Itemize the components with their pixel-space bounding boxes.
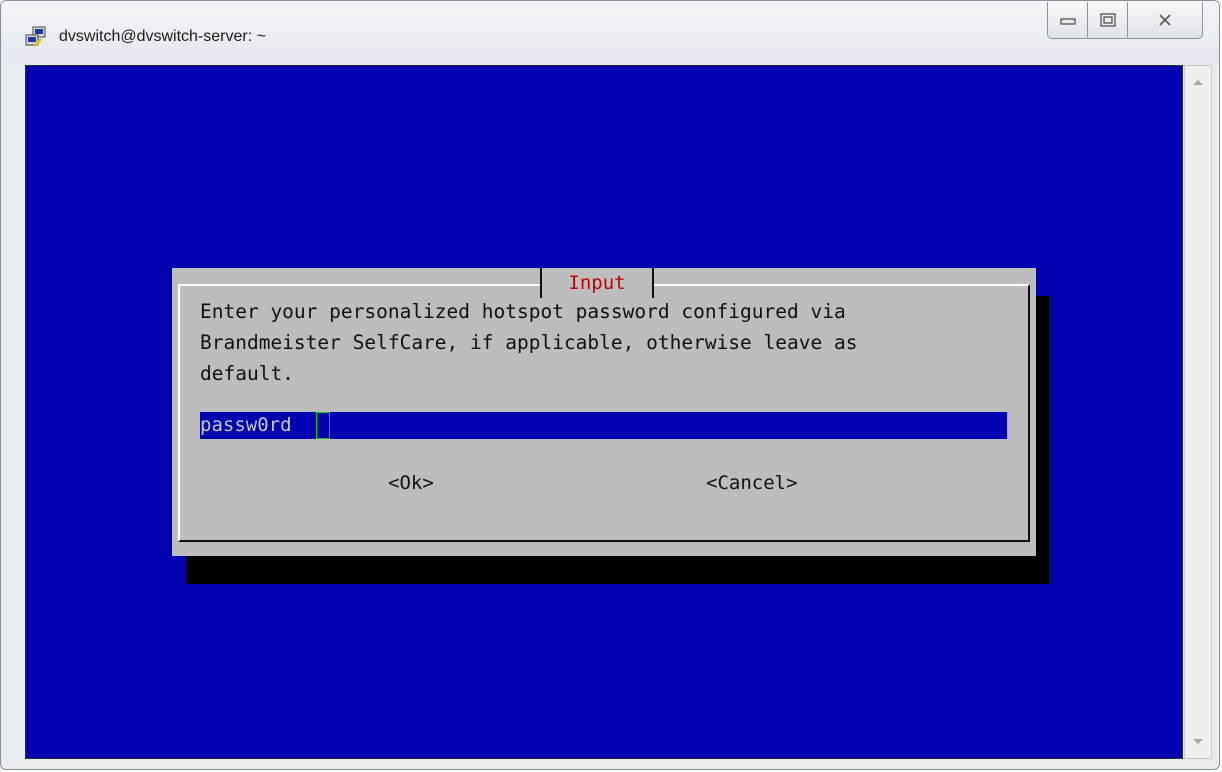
window-title: dvswitch@dvswitch-server: ~ bbox=[59, 28, 266, 45]
message-line: Enter your personalized hotspot password… bbox=[200, 300, 846, 323]
dialog-title: Input bbox=[540, 268, 654, 298]
terminal-window: dvswitch@dvswitch-server: ~ Input Enter … bbox=[0, 0, 1220, 770]
password-input-value: passw0rd bbox=[200, 414, 292, 436]
terminal-area[interactable]: Input Enter your personalized hotspot pa… bbox=[25, 65, 1183, 759]
message-line: default. bbox=[200, 362, 294, 385]
title-bar[interactable]: dvswitch@dvswitch-server: ~ bbox=[1, 1, 1219, 63]
dialog-message: Enter your personalized hotspot password… bbox=[200, 296, 1020, 389]
scroll-up-icon[interactable] bbox=[1193, 80, 1203, 85]
close-button[interactable] bbox=[1128, 2, 1202, 38]
cancel-button[interactable]: <Cancel> bbox=[706, 468, 798, 498]
vertical-scrollbar[interactable] bbox=[1184, 65, 1212, 759]
window-controls bbox=[1047, 2, 1203, 39]
putty-icon[interactable] bbox=[25, 26, 47, 48]
text-cursor bbox=[316, 412, 330, 439]
message-line: Brandmeister SelfCare, if applicable, ot… bbox=[200, 331, 858, 354]
password-input[interactable]: passw0rd bbox=[200, 412, 1007, 439]
maximize-icon bbox=[1099, 13, 1116, 27]
minimize-icon bbox=[1059, 18, 1076, 25]
minimize-button[interactable] bbox=[1048, 2, 1088, 38]
close-icon bbox=[1159, 14, 1171, 26]
input-dialog: Input Enter your personalized hotspot pa… bbox=[172, 268, 1036, 556]
scroll-down-icon[interactable] bbox=[1193, 739, 1203, 744]
ok-button[interactable]: <Ok> bbox=[388, 468, 434, 498]
maximize-button[interactable] bbox=[1088, 2, 1128, 38]
